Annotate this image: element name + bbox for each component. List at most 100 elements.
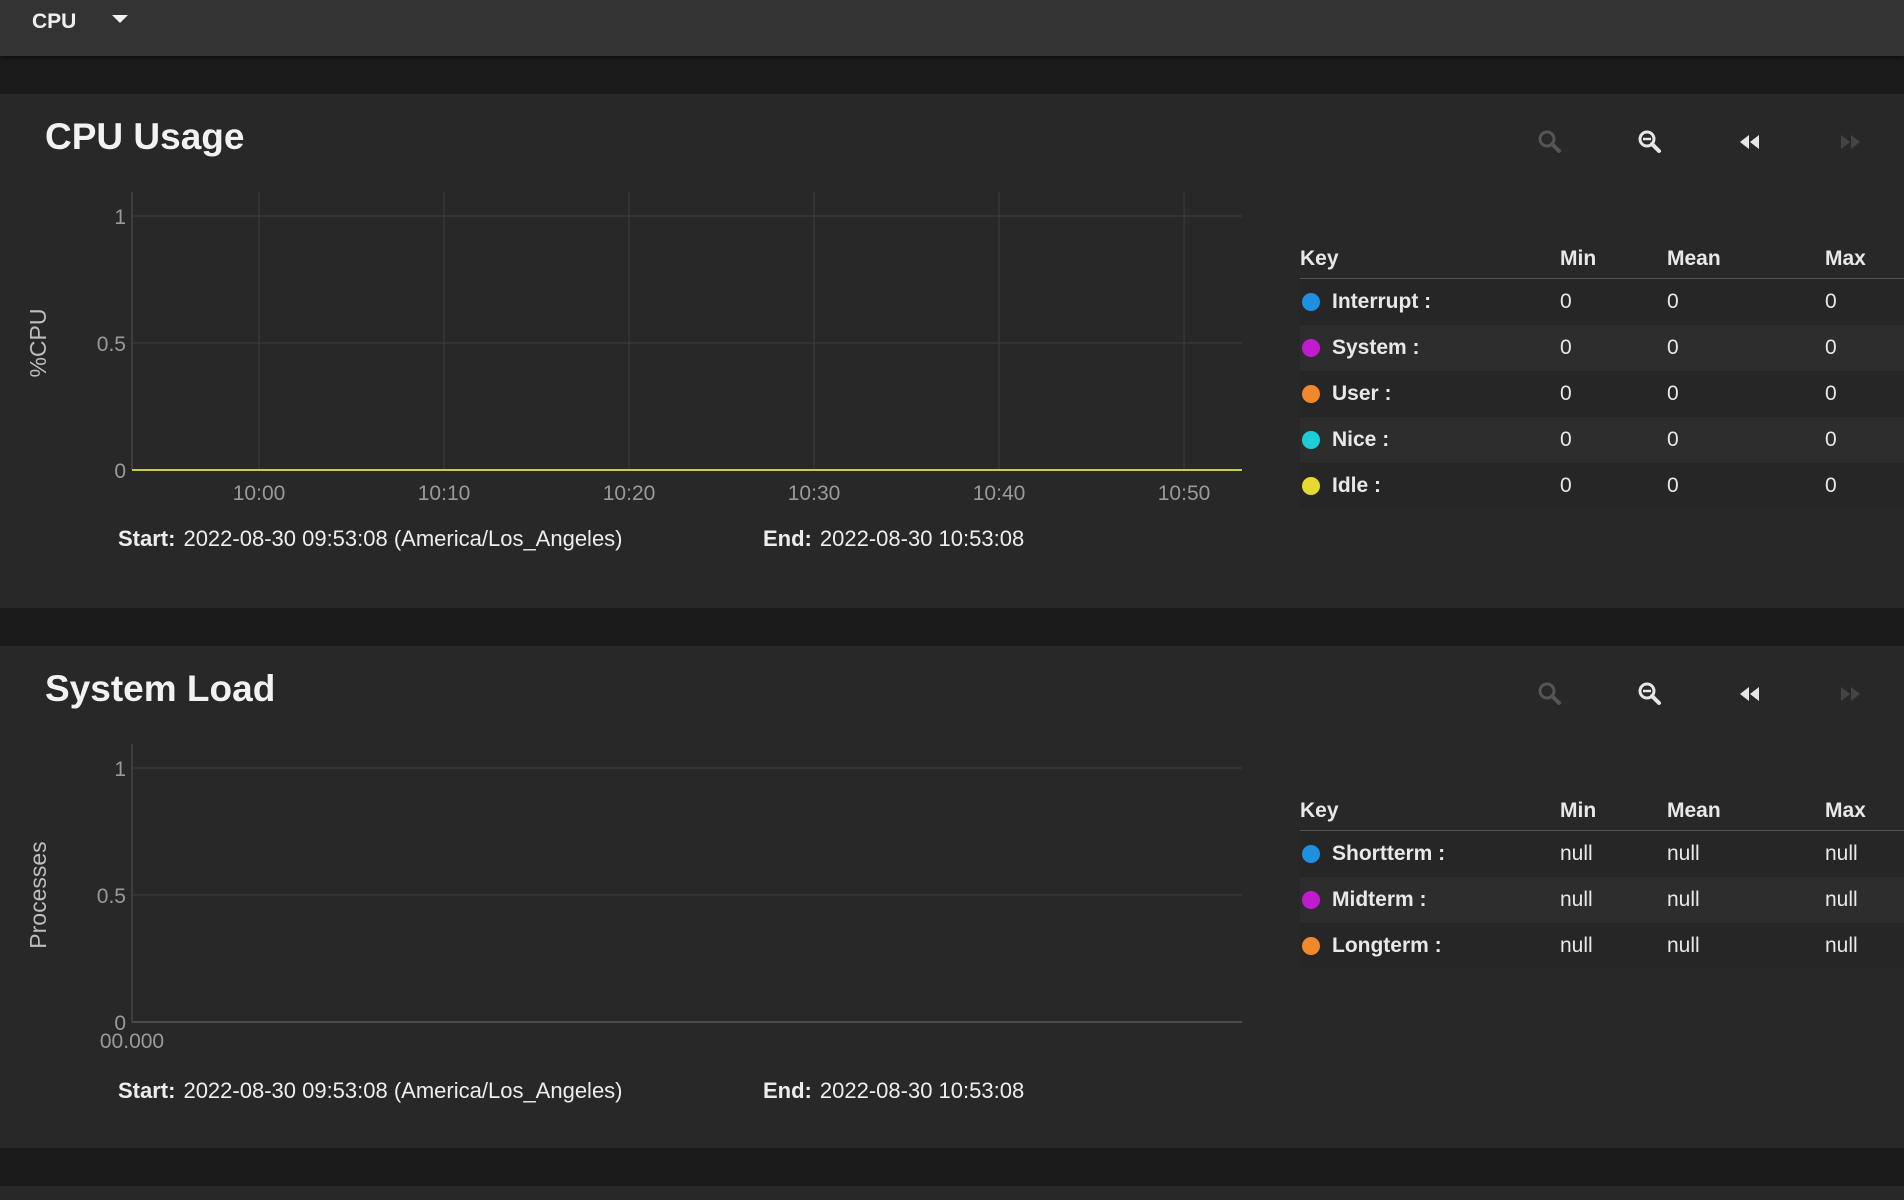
legend-header-key: Key xyxy=(1300,240,1560,279)
legend-row: Longterm : null null null xyxy=(1300,923,1904,969)
series-name: Shortterm : xyxy=(1332,842,1446,865)
fast-forward-icon[interactable] xyxy=(1830,674,1870,714)
legend-max: 0 xyxy=(1825,463,1904,509)
legend-header-min: Min xyxy=(1560,792,1667,831)
x-tick-label: 10:20 xyxy=(603,482,656,505)
range-start: Start: 2022-08-30 09:53:08 (America/Los_A… xyxy=(118,526,623,552)
legend-max: 0 xyxy=(1825,371,1904,417)
series-color-dot xyxy=(1302,891,1320,909)
range-end: End: 2022-08-30 10:53:08 xyxy=(763,526,1024,552)
y-tick-label: 0.5 xyxy=(97,333,126,356)
x-tick-label: 10:00 xyxy=(233,482,286,505)
legend-min: 0 xyxy=(1560,278,1667,325)
zoom-out-icon[interactable] xyxy=(1630,674,1670,714)
legend-key-cell: Nice : xyxy=(1300,417,1560,463)
legend-row: Nice :000 xyxy=(1300,417,1904,463)
legend-key-cell: Longterm : xyxy=(1300,923,1560,969)
zoom-in-icon[interactable] xyxy=(1530,122,1570,162)
y-tick-label: 0 xyxy=(114,460,126,483)
y-axis-label: %CPU xyxy=(25,308,51,377)
legend-mean: null xyxy=(1667,830,1825,877)
legend-min: 0 xyxy=(1560,463,1667,509)
series-color-dot xyxy=(1302,477,1320,495)
legend-row: Midterm : null null null xyxy=(1300,877,1904,923)
end-label: End: xyxy=(763,1078,812,1103)
cpu-usage-chart: 0 0.5 1 %CPU 10:00 10:10 10:20 10:30 10:40 10:50 xyxy=(25,192,1242,505)
legend-mean: 0 xyxy=(1667,371,1825,417)
series-name: Nice : xyxy=(1332,428,1390,451)
start-value: 2022-08-30 09:53:08 (America/Los_Angeles… xyxy=(183,1078,623,1103)
series-color-dot xyxy=(1302,339,1320,357)
legend-key-cell: Shortterm : xyxy=(1300,830,1560,877)
fast-forward-icon[interactable] xyxy=(1830,122,1870,162)
series-name: Longterm : xyxy=(1332,934,1442,957)
end-value: 2022-08-30 10:53:08 xyxy=(819,526,1025,551)
rewind-icon[interactable] xyxy=(1730,122,1770,162)
series-name: Midterm : xyxy=(1332,888,1427,911)
legend-max: null xyxy=(1825,830,1904,877)
legend-max: 0 xyxy=(1825,325,1904,371)
zoom-out-icon[interactable] xyxy=(1630,122,1670,162)
series-color-dot xyxy=(1302,293,1320,311)
series-name: Idle : xyxy=(1332,474,1382,497)
legend-header-min: Min xyxy=(1560,240,1667,279)
legend-mean: 0 xyxy=(1667,278,1825,325)
legend-row: Shortterm : null null null xyxy=(1300,830,1904,877)
x-tick-label: 10:50 xyxy=(1158,482,1211,505)
y-axis-label: Processes xyxy=(25,841,51,948)
legend-header-key: Key xyxy=(1300,792,1560,831)
legend-min: null xyxy=(1560,830,1667,877)
rewind-icon[interactable] xyxy=(1730,674,1770,714)
legend-max: null xyxy=(1825,923,1904,969)
legend-mean: null xyxy=(1667,877,1825,923)
legend-min: 0 xyxy=(1560,417,1667,463)
legend-key-cell: System : xyxy=(1300,325,1560,371)
report-type-dropdown[interactable]: CPU xyxy=(32,8,129,36)
legend-mean: null xyxy=(1667,923,1825,969)
legend-mean: 0 xyxy=(1667,325,1825,371)
x-tick-label: 10:30 xyxy=(788,482,841,505)
start-label: Start: xyxy=(118,1078,176,1103)
legend-key-cell: User : xyxy=(1300,371,1560,417)
legend-min: null xyxy=(1560,877,1667,923)
legend-max: 0 xyxy=(1825,278,1904,325)
legend-min: null xyxy=(1560,923,1667,969)
load-legend-table: Key Min Mean Max Shortterm : null null null… xyxy=(1300,792,1904,969)
legend-max: 0 xyxy=(1825,417,1904,463)
legend-mean: 0 xyxy=(1667,463,1825,509)
series-name: System : xyxy=(1332,336,1420,359)
start-value: 2022-08-30 09:53:08 (America/Los_Angeles… xyxy=(183,526,623,551)
legend-mean: 0 xyxy=(1667,417,1825,463)
chart-toolbar xyxy=(1530,122,1890,162)
cpu-legend-table: Key Min Mean Max Interrupt :0 0 0 System :0… xyxy=(1300,240,1904,509)
range-end: End: 2022-08-30 10:53:08 xyxy=(763,1078,1024,1104)
legend-row: Idle :000 xyxy=(1300,463,1904,509)
y-tick-label: 0.5 xyxy=(97,885,126,908)
legend-min: 0 xyxy=(1560,371,1667,417)
end-value: 2022-08-30 10:53:08 xyxy=(819,1078,1025,1103)
end-label: End: xyxy=(763,526,812,551)
x-tick-label: 00.000 xyxy=(100,1030,164,1053)
chart-toolbar xyxy=(1530,674,1890,714)
legend-max: null xyxy=(1825,877,1904,923)
series-name: Interrupt : xyxy=(1332,290,1432,313)
x-tick-label: 10:10 xyxy=(418,482,471,505)
next-card-edge xyxy=(0,1186,1904,1200)
y-tick-label: 1 xyxy=(114,206,126,229)
legend-row: Interrupt :000 xyxy=(1300,278,1904,325)
legend-key-cell: Midterm : xyxy=(1300,877,1560,923)
system-load-chart: 00.51Processes00.000 xyxy=(25,744,1242,1053)
legend-min: 0 xyxy=(1560,325,1667,371)
cpu-usage-card: CPU Usage 0 0.5 1 %CPU 10:00 10:10 10:20 10:30 1… xyxy=(0,94,1904,608)
y-tick-label: 1 xyxy=(114,758,126,781)
start-label: Start: xyxy=(118,526,176,551)
series-color-dot xyxy=(1302,431,1320,449)
legend-header-max: Max xyxy=(1825,240,1904,279)
system-load-card: System Load 0 0.5 1 Processes 00.000 Start: 2… xyxy=(0,646,1904,1148)
zoom-in-icon[interactable] xyxy=(1530,674,1570,714)
legend-header-mean: Mean xyxy=(1667,792,1825,831)
series-color-dot xyxy=(1302,845,1320,863)
series-color-dot xyxy=(1302,937,1320,955)
top-bar: CPU xyxy=(0,0,1904,56)
legend-key-cell: Interrupt : xyxy=(1300,278,1560,325)
